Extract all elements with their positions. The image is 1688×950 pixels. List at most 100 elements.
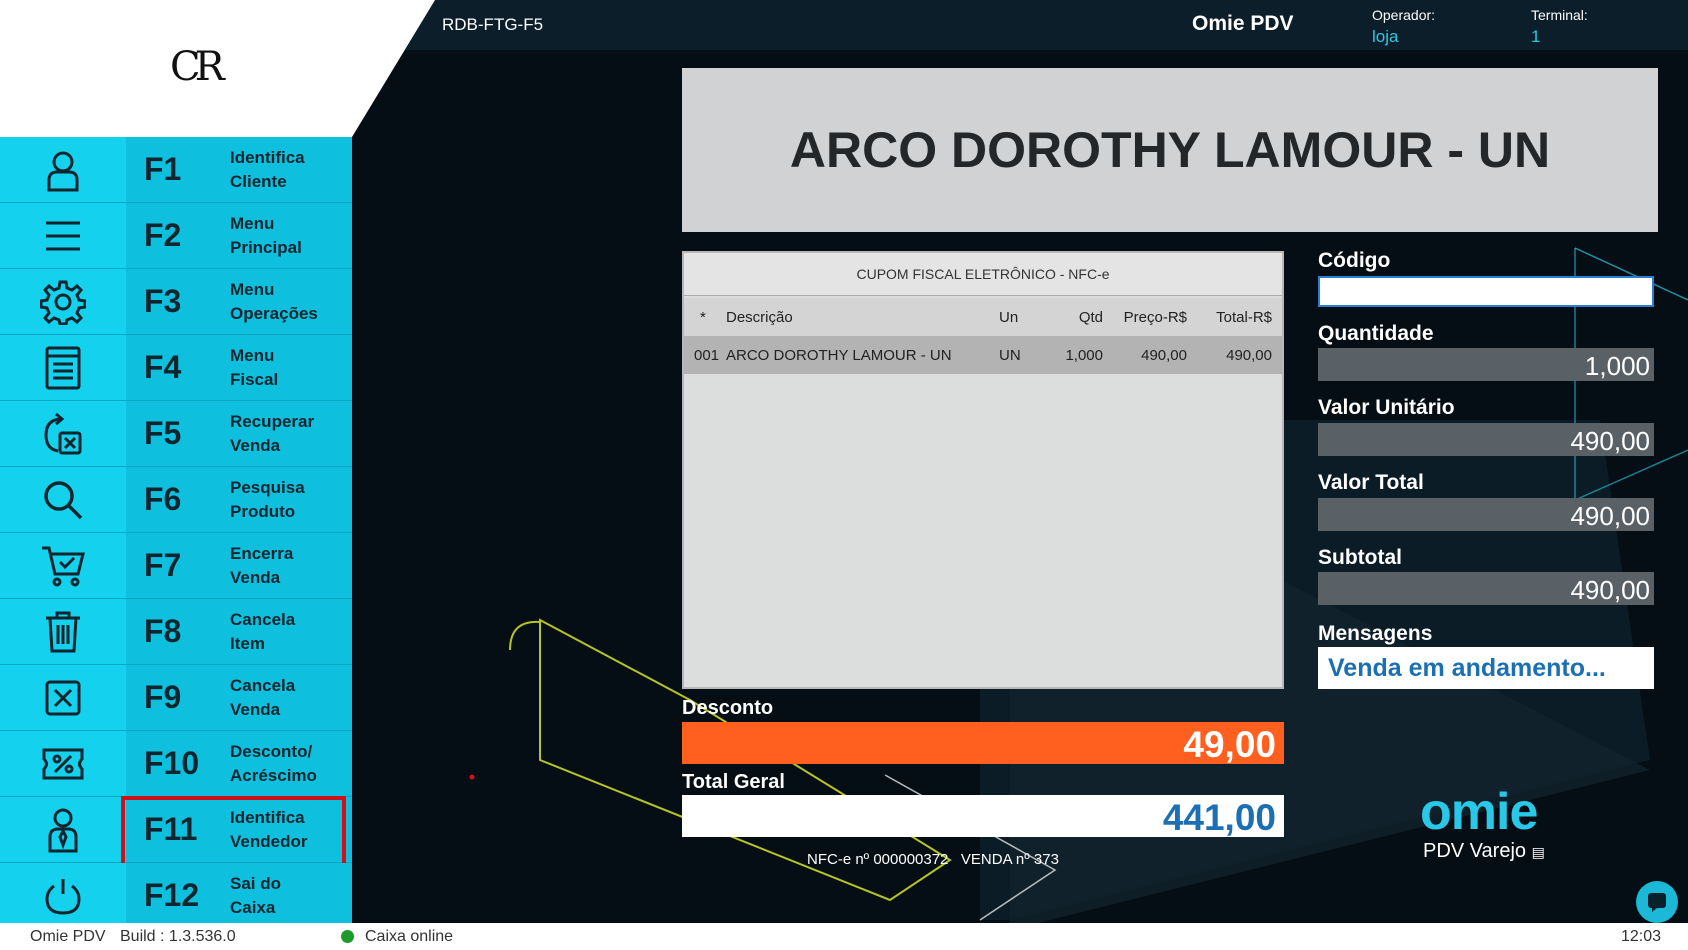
function-key-sidebar: F1 Identifica Cliente F2 Menu Principal F3 Me… bbox=[0, 137, 352, 929]
fkey-label-line2: Fiscal bbox=[230, 370, 279, 389]
fkey-code: F10 bbox=[144, 745, 200, 781]
total-geral-label: Total Geral bbox=[682, 771, 785, 793]
table-row[interactable]: 001 ARCO DOROTHY LAMOUR - UN UN 1,000 49… bbox=[684, 336, 1282, 374]
fkey-code: F11 bbox=[144, 811, 198, 847]
fkey-label-line1: Menu bbox=[230, 346, 275, 365]
subtotal-field: 490,00 bbox=[1318, 572, 1654, 605]
fkey-label-line2: Vendedor bbox=[230, 832, 308, 851]
col-header-preco: Preço-R$ bbox=[1123, 309, 1187, 326]
subtotal-label: Subtotal bbox=[1318, 546, 1402, 569]
omie-subtitle: PDV Varejo ▤ bbox=[1423, 840, 1545, 862]
fkey-code: F2 bbox=[144, 217, 182, 253]
cell-qtd: 1,000 bbox=[1065, 347, 1103, 364]
fkey-label-line2: Venda bbox=[230, 568, 281, 587]
status-app: Omie PDV bbox=[30, 928, 106, 945]
fkey-label-line1: Pesquisa bbox=[230, 478, 305, 497]
app-title: Omie PDV bbox=[1192, 12, 1294, 35]
f5-recuperar-venda-button[interactable]: F5 Recuperar Venda bbox=[0, 401, 352, 467]
menu-icon bbox=[46, 221, 80, 250]
fkey-code: F1 bbox=[144, 151, 182, 187]
col-header-total: Total-R$ bbox=[1216, 309, 1272, 326]
codigo-input[interactable] bbox=[1318, 276, 1654, 307]
cell-preco: 490,00 bbox=[1141, 347, 1187, 364]
fkey-label-line2: Cliente bbox=[230, 172, 287, 191]
f1-identifica-cliente-button[interactable]: F1 Identifica Cliente bbox=[0, 137, 352, 203]
f6-pesquisa-produto-button[interactable]: F6 Pesquisa Produto bbox=[0, 467, 352, 533]
receipt-panel: CUPOM FISCAL ELETRÔNICO - NFC-e * Descri… bbox=[682, 251, 1284, 689]
col-header-un: Un bbox=[999, 309, 1019, 326]
f10-desconto-acrescimo-button[interactable]: F10 Desconto/Acréscimo bbox=[0, 731, 352, 797]
store-logo: CR bbox=[170, 44, 225, 90]
terminal-value: 1 bbox=[1531, 27, 1541, 46]
desconto-value: 49,00 bbox=[1183, 724, 1276, 765]
fkey-label-line1: Recuperar bbox=[230, 412, 315, 431]
status-build: Build : 1.3.536.0 bbox=[120, 928, 236, 945]
fkey-label-line1: Sai do bbox=[230, 874, 282, 893]
subtotal-value: 490,00 bbox=[1570, 575, 1650, 605]
online-indicator-icon bbox=[341, 930, 354, 943]
f3-menu-operacoes-button[interactable]: F3 Menu Operações bbox=[0, 269, 352, 335]
fkey-label-line2: Acréscimo bbox=[230, 766, 317, 785]
cancel-box-icon bbox=[45, 680, 81, 715]
fkey-label-line1: Encerra bbox=[230, 544, 294, 563]
cell-index: 001 bbox=[694, 347, 720, 364]
fkey-label-line2: Venda bbox=[230, 436, 281, 455]
valor-total-value: 490,00 bbox=[1570, 501, 1650, 531]
total-geral-value: 441,00 bbox=[1162, 797, 1276, 838]
fkey-label-line2: Caixa bbox=[230, 898, 276, 917]
product-banner: ARCO DOROTHY LAMOUR - UN bbox=[682, 68, 1658, 232]
cell-total: 490,00 bbox=[1226, 347, 1272, 364]
fkey-code: F3 bbox=[144, 283, 182, 319]
f8-cancela-item-button[interactable]: F8 Cancela Item bbox=[0, 599, 352, 665]
fkey-label-line2: Operações bbox=[230, 304, 318, 323]
desconto-label: Desconto bbox=[682, 697, 774, 719]
fkey-label-line1: Cancela bbox=[230, 676, 296, 695]
f11-identifica-vendedor-button[interactable]: F11 Identifica Vendedor bbox=[0, 796, 352, 873]
chat-icon bbox=[1648, 893, 1666, 912]
status-time: 12:03 bbox=[1621, 928, 1662, 945]
fkey-label-line1: Identifica bbox=[230, 808, 305, 827]
f4-menu-fiscal-button[interactable]: F4 Menu Fiscal bbox=[0, 335, 352, 401]
operator-label: Operador: bbox=[1372, 7, 1436, 23]
status-bar: Omie PDV Build : 1.3.536.0 Caixa online … bbox=[0, 923, 1688, 950]
receipt-icon bbox=[45, 346, 81, 389]
status-caixa: Caixa online bbox=[365, 928, 454, 945]
valor-total-label: Valor Total bbox=[1318, 471, 1424, 494]
receipt-header-row: * Descrição Un Qtd Preço-R$ Total-R$ bbox=[684, 298, 1282, 336]
valor-total-field: 490,00 bbox=[1318, 498, 1654, 531]
codigo-label: Código bbox=[1318, 249, 1391, 272]
f2-menu-principal-button[interactable]: F2 Menu Principal bbox=[0, 203, 352, 269]
gear-icon bbox=[40, 280, 86, 325]
fkey-code: F8 bbox=[144, 613, 182, 649]
fkey-label-line2: Produto bbox=[230, 502, 296, 521]
valor-unitario-field: 490,00 bbox=[1318, 423, 1654, 456]
operator-value: loja bbox=[1372, 27, 1399, 46]
chat-button[interactable] bbox=[1636, 881, 1678, 923]
mensagens-label: Mensagens bbox=[1318, 622, 1433, 645]
user-icon bbox=[47, 151, 79, 191]
fkey-label-line1: Menu bbox=[230, 214, 275, 233]
desconto-box: 49,00 bbox=[682, 722, 1284, 765]
total-geral-box: 441,00 bbox=[682, 795, 1284, 838]
fkey-code: F6 bbox=[144, 481, 182, 517]
receipt-title: CUPOM FISCAL ELETRÔNICO - NFC-e bbox=[684, 253, 1282, 296]
recover-icon bbox=[44, 412, 82, 454]
store-icon: ▤ bbox=[1531, 844, 1545, 860]
power-icon bbox=[45, 878, 81, 915]
quantidade-field: 1,000 bbox=[1318, 348, 1654, 381]
valor-unitario-value: 490,00 bbox=[1570, 426, 1650, 456]
f12-sai-do-caixa-button[interactable]: F12 Sai do Caixa bbox=[0, 863, 352, 929]
fkey-label-line1: Cancela bbox=[230, 610, 296, 629]
cell-descricao: ARCO DOROTHY LAMOUR - UN bbox=[726, 347, 952, 364]
valor-unitario-label: Valor Unitário bbox=[1318, 396, 1455, 419]
f7-encerra-venda-button[interactable]: F7 Encerra Venda bbox=[0, 533, 352, 599]
fkey-code: F7 bbox=[144, 547, 182, 583]
search-icon bbox=[44, 480, 83, 519]
seller-icon bbox=[48, 808, 78, 852]
fkey-label-line1: Identifica bbox=[230, 148, 305, 167]
f9-cancela-venda-button[interactable]: F9 Cancela Venda bbox=[0, 665, 352, 731]
omie-logo: omie bbox=[1420, 783, 1538, 841]
terminal-label: Terminal: bbox=[1531, 7, 1588, 23]
mensagens-value: Venda em andamento... bbox=[1328, 654, 1606, 682]
fkey-label-line2: Venda bbox=[230, 700, 281, 719]
